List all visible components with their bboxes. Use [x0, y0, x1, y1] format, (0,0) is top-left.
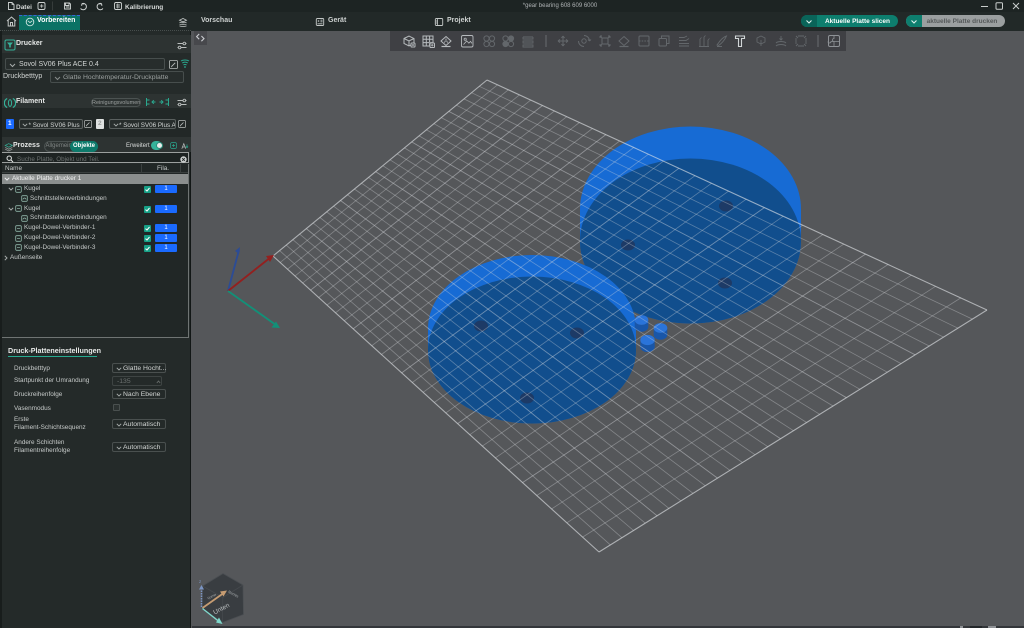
svg-text:Datei: Datei — [16, 4, 32, 11]
svg-text:Kalibrierung: Kalibrierung — [125, 4, 163, 11]
svg-text:z: z — [199, 579, 202, 584]
svg-text:A: A — [444, 39, 448, 45]
